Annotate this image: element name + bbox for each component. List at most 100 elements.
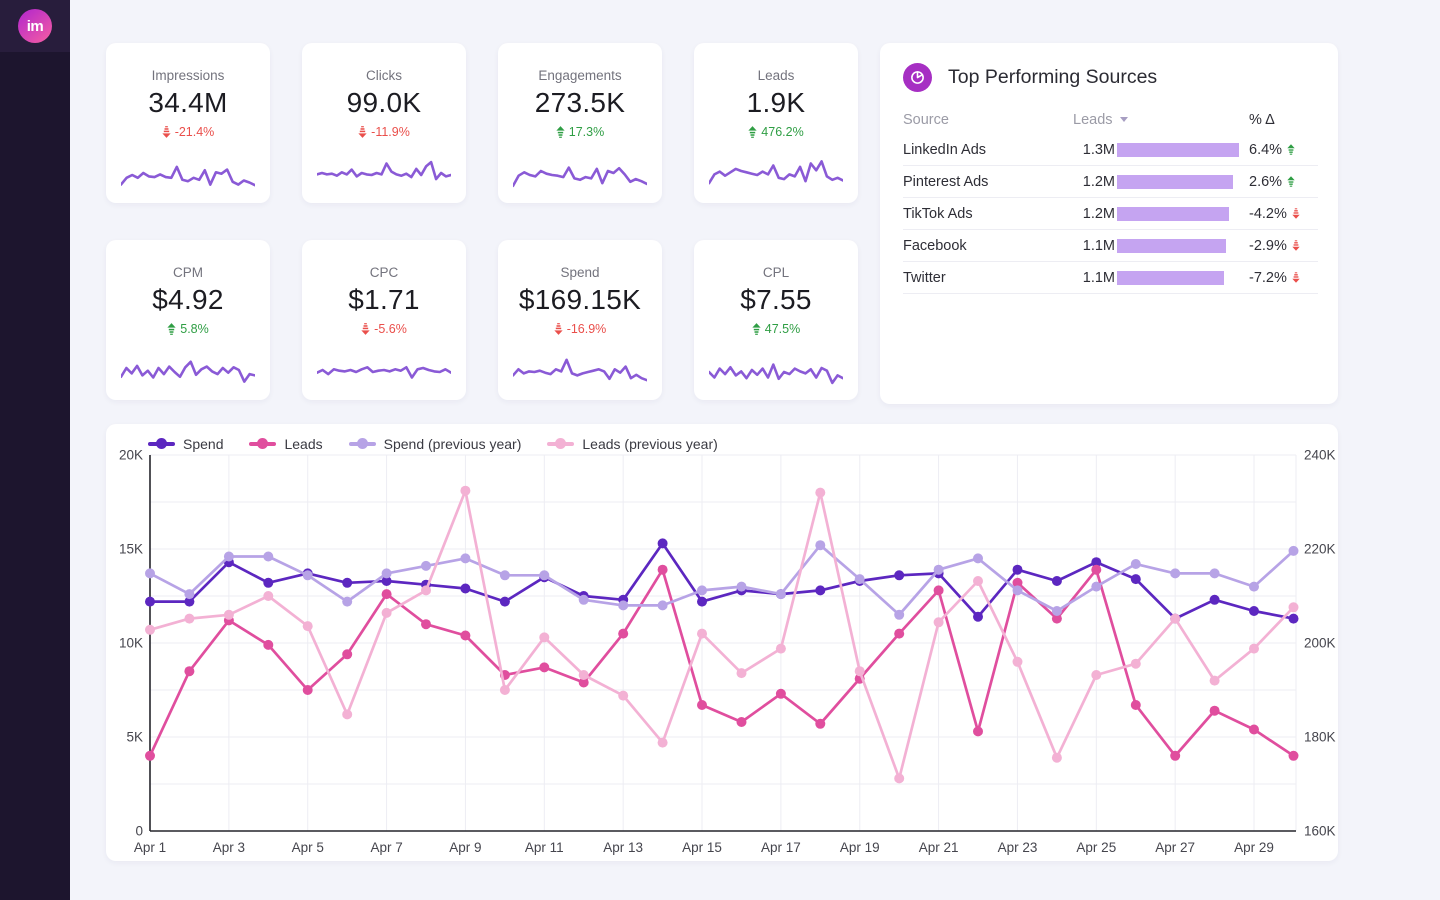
legend-label: Spend (previous year) (384, 436, 522, 452)
kpi-change: 47.5% (694, 322, 858, 336)
data-point (1131, 559, 1141, 569)
column-leads-label: Leads (1073, 112, 1113, 128)
data-point (500, 570, 510, 580)
x-axis-tick: Apr 5 (292, 840, 324, 855)
kpi-card-clicks[interactable]: Clicks 99.0K -11.9% (302, 43, 466, 203)
data-point (145, 597, 155, 607)
arrow-down-icon (358, 126, 367, 138)
data-point (1249, 725, 1259, 735)
legend-item-2[interactable]: Spend (previous year) (349, 433, 522, 455)
kpi-change: -21.4% (106, 125, 270, 139)
column-leads-sort[interactable]: Leads (1073, 112, 1249, 128)
line-chart[interactable]: 05K10K15K20K160K180K200K220K240KApr 1Apr… (106, 424, 1338, 861)
source-row[interactable]: Facebook 1.1M -2.9% (903, 230, 1318, 262)
x-axis-tick: Apr 21 (919, 840, 959, 855)
data-point (855, 574, 865, 584)
data-point (973, 553, 983, 563)
source-row[interactable]: LinkedIn Ads 1.3M 6.4% (903, 134, 1318, 166)
data-point (815, 540, 825, 550)
data-point (460, 553, 470, 563)
source-row[interactable]: Twitter 1.1M -7.2% (903, 262, 1318, 294)
data-point (145, 568, 155, 578)
kpi-sparkline (317, 152, 451, 194)
x-axis-tick: Apr 3 (213, 840, 245, 855)
data-point (421, 585, 431, 595)
x-axis-tick: Apr 7 (370, 840, 402, 855)
kpi-change-text: 476.2% (761, 125, 803, 139)
source-name: Pinterest Ads (903, 174, 1073, 190)
series-leads-previous-year (145, 486, 1299, 784)
legend-item-0[interactable]: Spend (148, 433, 223, 455)
kpi-sparkline (709, 152, 843, 194)
legend-item-1[interactable]: Leads (249, 433, 322, 455)
kpi-card-cpm[interactable]: CPM $4.92 5.8% (106, 240, 270, 400)
data-point (263, 552, 273, 562)
right-axis-tick: 200K (1304, 636, 1336, 651)
kpi-card-leads[interactable]: Leads 1.9K 476.2% (694, 43, 858, 203)
data-point (658, 538, 668, 548)
data-point (1210, 676, 1220, 686)
source-row[interactable]: TikTok Ads 1.2M -4.2% (903, 198, 1318, 230)
data-point (460, 631, 470, 641)
data-point (1249, 582, 1259, 592)
source-row[interactable]: Pinterest Ads 1.2M 2.6% (903, 166, 1318, 198)
kpi-card-cpc[interactable]: CPC $1.71 -5.6% (302, 240, 466, 400)
kpi-change-text: 5.8% (180, 322, 209, 336)
left-axis-tick: 15K (119, 542, 143, 557)
app-logo[interactable]: im (18, 9, 52, 43)
sources-table: Source Leads % Δ LinkedIn Ads 1.3M 6.4% … (903, 105, 1318, 294)
source-leads-value: 1.1M (1073, 238, 1115, 254)
kpi-sparkline (121, 349, 255, 391)
kpi-card-spend[interactable]: Spend $169.15K -16.9% (498, 240, 662, 400)
legend-label: Leads (previous year) (582, 436, 717, 452)
data-point (973, 726, 983, 736)
legend-label: Leads (284, 436, 322, 452)
source-leads-bar (1117, 207, 1229, 221)
data-point (894, 570, 904, 580)
arrow-up-icon (1287, 144, 1295, 155)
data-point (1131, 574, 1141, 584)
data-point (263, 591, 273, 601)
column-source: Source (903, 112, 1073, 128)
data-point (184, 666, 194, 676)
data-point (1091, 582, 1101, 592)
data-point (1210, 568, 1220, 578)
data-point (303, 570, 313, 580)
kpi-change-text: -16.9% (567, 322, 607, 336)
kpi-card-engagements[interactable]: Engagements 273.5K 17.3% (498, 43, 662, 203)
kpi-value: 273.5K (498, 87, 662, 119)
data-point (184, 589, 194, 599)
arrow-up-icon (1287, 176, 1295, 187)
sources-header: Top Performing Sources (903, 63, 1318, 92)
source-leads-bar (1117, 143, 1239, 157)
app-logo-text: im (27, 18, 44, 35)
source-leads-bar (1117, 271, 1224, 285)
kpi-card-cpl[interactable]: CPL $7.55 47.5% (694, 240, 858, 400)
kpi-title: CPC (302, 265, 466, 280)
source-leads-value: 1.2M (1073, 206, 1115, 222)
data-point (1210, 595, 1220, 605)
data-point (1170, 568, 1180, 578)
data-point (697, 629, 707, 639)
sources-table-body: LinkedIn Ads 1.3M 6.4% Pinterest Ads 1.2… (903, 134, 1318, 294)
pie-chart-icon (903, 63, 932, 92)
arrow-up-icon (752, 323, 761, 335)
arrow-up-icon (556, 126, 565, 138)
kpi-title: Clicks (302, 68, 466, 83)
left-axis-tick: 0 (135, 824, 143, 839)
arrow-down-icon (1292, 272, 1300, 283)
legend-item-3[interactable]: Leads (previous year) (547, 433, 717, 455)
source-leads-bar (1117, 239, 1226, 253)
data-point (1249, 606, 1259, 616)
source-name: Facebook (903, 238, 1073, 254)
legend-label: Spend (183, 436, 223, 452)
data-point (618, 691, 628, 701)
data-point (1210, 706, 1220, 716)
kpi-change-text: -21.4% (175, 125, 215, 139)
data-point (618, 629, 628, 639)
data-point (303, 621, 313, 631)
data-point (618, 600, 628, 610)
chart-gridlines (150, 455, 1296, 831)
arrow-down-icon (1292, 240, 1300, 251)
kpi-card-impressions[interactable]: Impressions 34.4M -21.4% (106, 43, 270, 203)
